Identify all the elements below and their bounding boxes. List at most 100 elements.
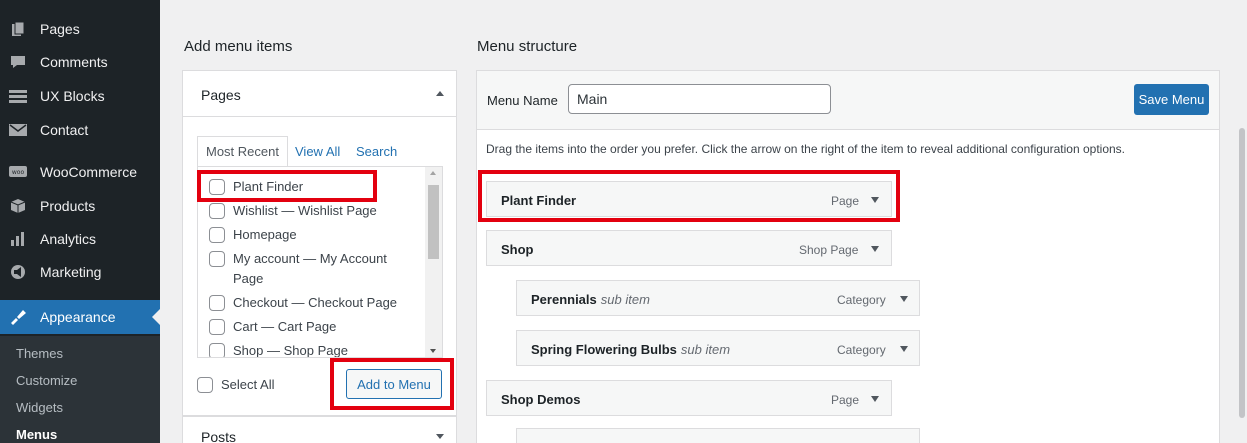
sidebar-item-label: UX Blocks xyxy=(40,88,105,104)
pages-section-title[interactable]: Pages xyxy=(201,87,241,103)
menu-name-label: Menu Name xyxy=(487,93,558,108)
sidebar-item-label: Appearance xyxy=(40,309,116,325)
sidebar-item-woocommerce[interactable]: woo WooCommerce xyxy=(0,155,160,189)
comments-icon xyxy=(0,54,36,70)
sidebar-item-ux-blocks[interactable]: UX Blocks xyxy=(0,79,160,113)
marketing-icon xyxy=(0,264,36,280)
posts-accordion-panel: Posts xyxy=(182,416,457,443)
scroll-thumb[interactable] xyxy=(428,185,439,259)
menu-item-block[interactable]: Plant Finder Page xyxy=(486,181,892,217)
pages-checklist: Plant Finder Wishlist — Wishlist Page Ho… xyxy=(197,166,443,358)
scroll-down-icon[interactable] xyxy=(430,349,436,353)
page-label: Wishlist — Wishlist Page xyxy=(233,203,377,218)
page-scrollbar[interactable] xyxy=(1237,120,1247,443)
menu-item-title: Plant Finder xyxy=(501,193,577,208)
checkbox[interactable] xyxy=(209,227,225,243)
sidebar-item-products[interactable]: Products xyxy=(0,189,160,223)
menu-item-block[interactable] xyxy=(516,428,920,443)
products-icon xyxy=(0,198,36,214)
pages-icon xyxy=(0,21,36,37)
sidebar-item-pages[interactable]: Pages xyxy=(0,12,160,46)
expand-arrow-icon[interactable] xyxy=(871,246,879,252)
sidebar-item-label: Comments xyxy=(40,54,108,70)
menu-item-type: Page xyxy=(831,393,860,407)
list-item[interactable]: Homepage xyxy=(209,227,297,243)
menu-item-title: Shop xyxy=(501,242,534,257)
submenu-item-themes[interactable]: Themes xyxy=(16,346,63,361)
page-scroll-thumb[interactable] xyxy=(1239,128,1245,418)
scroll-up-icon[interactable] xyxy=(430,171,436,175)
page-label: Cart — Cart Page xyxy=(233,319,337,334)
menu-item-type: Category xyxy=(837,343,886,357)
page-label: Plant Finder xyxy=(233,179,304,194)
sidebar-item-appearance[interactable]: Appearance xyxy=(0,300,160,334)
menu-item-block[interactable]: Spring Flowering Bulbs sub item Category xyxy=(516,330,920,366)
checkbox[interactable] xyxy=(209,203,225,219)
page-label: Homepage xyxy=(233,227,297,242)
menu-item-type: Category xyxy=(837,293,886,307)
menu-item-title: Perennials sub item xyxy=(531,292,650,307)
list-item[interactable]: Wishlist — Wishlist Page xyxy=(209,203,377,219)
appearance-icon xyxy=(0,309,36,325)
select-all-row[interactable]: Select All xyxy=(197,377,274,393)
select-all-label: Select All xyxy=(221,377,275,392)
page-label: Checkout — Checkout Page xyxy=(233,295,398,310)
active-menu-indicator xyxy=(152,309,160,325)
sidebar-item-analytics[interactable]: Analytics xyxy=(0,222,160,256)
analytics-icon xyxy=(0,231,36,247)
list-item[interactable]: My account — My Account Page xyxy=(209,251,415,289)
menu-header-panel: Menu Name Main Save Menu xyxy=(476,70,1220,130)
submenu-item-widgets[interactable]: Widgets xyxy=(16,400,63,415)
expand-arrow-icon[interactable] xyxy=(900,346,908,352)
divider xyxy=(183,116,456,117)
checkbox[interactable] xyxy=(209,179,225,195)
menu-item-block[interactable]: Shop Demos Page xyxy=(486,380,892,416)
page-label: My account — My Account Page xyxy=(233,251,387,286)
contact-icon xyxy=(0,123,36,137)
sidebar-item-label: Pages xyxy=(40,21,80,37)
list-item[interactable]: Cart — Cart Page xyxy=(209,319,336,335)
menu-item-block[interactable]: Perennials sub item Category xyxy=(516,280,920,316)
checkbox[interactable] xyxy=(209,343,225,357)
sidebar-item-label: WooCommerce xyxy=(40,164,137,180)
sidebar-item-contact[interactable]: Contact xyxy=(0,113,160,147)
list-item[interactable]: Checkout — Checkout Page xyxy=(209,295,397,311)
list-item[interactable]: Plant Finder xyxy=(209,179,303,195)
save-menu-button[interactable]: Save Menu xyxy=(1134,84,1209,115)
checkbox[interactable] xyxy=(209,319,225,335)
checkbox[interactable] xyxy=(209,251,225,267)
select-all-checkbox[interactable] xyxy=(197,377,213,393)
menu-item-title: Spring Flowering Bulbs sub item xyxy=(531,342,731,357)
expand-arrow-icon[interactable] xyxy=(871,197,879,203)
sidebar-item-marketing[interactable]: Marketing xyxy=(0,255,160,289)
expand-arrow-icon[interactable] xyxy=(871,396,879,402)
sidebar-item-label: Analytics xyxy=(40,231,97,247)
menu-item-title: Shop Demos xyxy=(501,392,581,407)
admin-sidebar: Pages Comments UX Blocks Contact woo Woo… xyxy=(0,0,160,443)
tab-most-recent[interactable]: Most Recent xyxy=(197,136,288,167)
ux-blocks-icon xyxy=(0,89,36,103)
svg-text:woo: woo xyxy=(12,169,25,176)
tab-search[interactable]: Search xyxy=(356,144,397,159)
posts-section-title[interactable]: Posts xyxy=(201,429,236,443)
menu-name-value: Main xyxy=(577,91,608,107)
sidebar-item-label: Products xyxy=(40,198,96,214)
list-scrollbar[interactable] xyxy=(425,167,442,357)
woocommerce-icon: woo xyxy=(0,165,36,179)
menu-item-block[interactable]: Shop Shop Page xyxy=(486,230,892,266)
expand-arrow-icon[interactable] xyxy=(436,434,444,439)
instructions-text: Drag the items into the order you prefer… xyxy=(486,142,1126,156)
submenu-item-menus[interactable]: Menus xyxy=(16,427,57,442)
submenu-item-customize[interactable]: Customize xyxy=(16,373,77,388)
sidebar-item-label: Marketing xyxy=(40,264,102,280)
tab-view-all[interactable]: View All xyxy=(295,144,340,159)
menu-name-input[interactable]: Main xyxy=(568,84,831,114)
add-menu-items-heading: Add menu items xyxy=(184,38,293,55)
add-to-menu-button[interactable]: Add to Menu xyxy=(346,369,442,399)
collapse-arrow-icon[interactable] xyxy=(436,91,444,96)
checkbox[interactable] xyxy=(209,295,225,311)
list-item[interactable]: Shop — Shop Page xyxy=(209,343,348,357)
sidebar-item-comments[interactable]: Comments xyxy=(0,45,160,79)
appearance-submenu: Themes Customize Widgets Menus xyxy=(0,336,160,443)
expand-arrow-icon[interactable] xyxy=(900,296,908,302)
